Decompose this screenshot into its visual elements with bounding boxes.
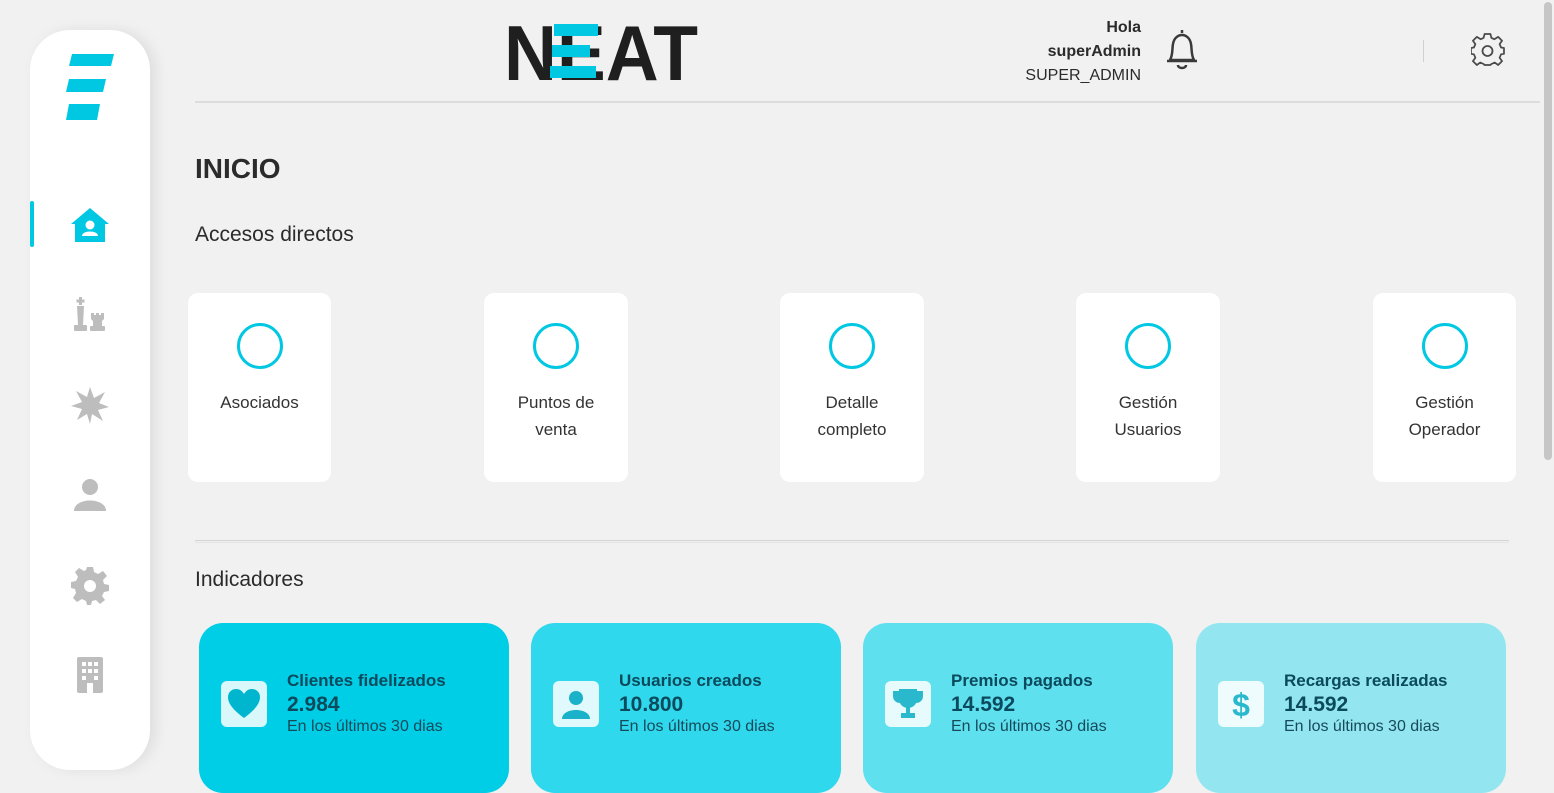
indicator-card-usuarios: Usuarios creados 10.800 En los últimos 3…: [531, 623, 841, 793]
shortcut-ring-icon: [1422, 323, 1468, 369]
indicator-value: 14.592: [1284, 693, 1349, 716]
sidebar-item-chess[interactable]: [30, 291, 150, 339]
sidebar-item-user[interactable]: [30, 471, 150, 519]
trophy-icon: [893, 689, 923, 718]
page-scrollbar[interactable]: [1542, 0, 1554, 780]
building-icon: [77, 657, 103, 693]
indicator-subtitle: En los últimos 30 dias: [287, 718, 443, 735]
shortcut-ring-icon: [237, 323, 283, 369]
greeting-text: Hola: [1106, 19, 1141, 36]
shortcut-label: Gestión Operador: [1408, 393, 1481, 439]
indicator-card-premios: Premios pagados 14.592 En los últimos 30…: [863, 623, 1173, 793]
indicator-value: 14.592: [951, 693, 1016, 716]
indicator-title: Clientes fidelizados: [287, 671, 446, 690]
dollar-icon: $: [1232, 687, 1250, 721]
indicators-title: Indicadores: [195, 568, 304, 591]
indicator-title: Recargas realizadas: [1284, 671, 1448, 690]
sidebar-item-settings[interactable]: [30, 561, 150, 609]
shortcut-label: Puntos de venta: [517, 393, 595, 439]
shortcuts-title: Accesos directos: [195, 223, 354, 246]
indicator-subtitle: En los últimos 30 dias: [951, 718, 1107, 735]
settings-gear-icon[interactable]: [1471, 33, 1505, 67]
shortcut-ring-icon: [533, 323, 579, 369]
header-separator: [1423, 40, 1424, 62]
indicator-value: 10.800: [619, 693, 684, 716]
indicator-subtitle: En los últimos 30 dias: [619, 718, 775, 735]
shortcut-detalle-completo[interactable]: Detalle completo: [780, 293, 924, 482]
scrollbar-thumb[interactable]: [1544, 2, 1552, 460]
svg-text:$: $: [1232, 687, 1250, 721]
chess-pieces-icon: [74, 297, 105, 331]
indicator-title: Premios pagados: [951, 671, 1093, 690]
header-divider: [195, 101, 1540, 103]
indicator-value: 2.984: [287, 693, 340, 716]
indicator-card-clientes: Clientes fidelizados 2.984 En los último…: [199, 623, 509, 793]
shortcut-label: Asociados: [220, 393, 299, 412]
user-role: SUPER_ADMIN: [1025, 67, 1141, 84]
username: superAdmin: [1047, 43, 1141, 60]
shortcut-gestion-usuarios[interactable]: Gestión Usuarios: [1076, 293, 1220, 482]
shortcut-gestion-operador[interactable]: Gestión Operador: [1373, 293, 1516, 482]
starburst-icon: [71, 387, 109, 424]
indicator-card-recargas: $ Recargas realizadas 14.592 En los últi…: [1196, 623, 1506, 793]
shortcut-ring-icon: [1125, 323, 1171, 369]
page-title: INICIO: [195, 153, 281, 184]
brand-name: NEAT: [504, 20, 698, 82]
shortcut-label: Gestión Usuarios: [1114, 393, 1182, 439]
sidebar-item-starburst[interactable]: [30, 381, 150, 429]
sidebar: [30, 30, 150, 770]
indicator-title: Usuarios creados: [619, 671, 762, 690]
shortcut-ring-icon: [829, 323, 875, 369]
user-icon: [562, 691, 590, 719]
gear-icon: [71, 567, 109, 605]
shortcut-label: Detalle completo: [817, 393, 887, 439]
user-icon: [74, 479, 106, 511]
sidebar-item-home[interactable]: [30, 201, 150, 249]
brand-logo: NEAT: [504, 20, 698, 82]
shortcut-asociados[interactable]: Asociados: [188, 293, 331, 482]
home-icon: [71, 208, 109, 242]
bell-icon[interactable]: [1161, 27, 1203, 73]
heart-icon: [228, 689, 260, 718]
section-divider: [195, 540, 1509, 543]
indicator-subtitle: En los últimos 30 dias: [1284, 718, 1440, 735]
shortcut-puntos-de-venta[interactable]: Puntos de venta: [484, 293, 628, 482]
sidebar-item-building[interactable]: [30, 651, 150, 699]
user-greeting: Hola superAdmin SUPER_ADMIN: [1025, 16, 1141, 88]
neat-logo-icon: [66, 54, 114, 120]
